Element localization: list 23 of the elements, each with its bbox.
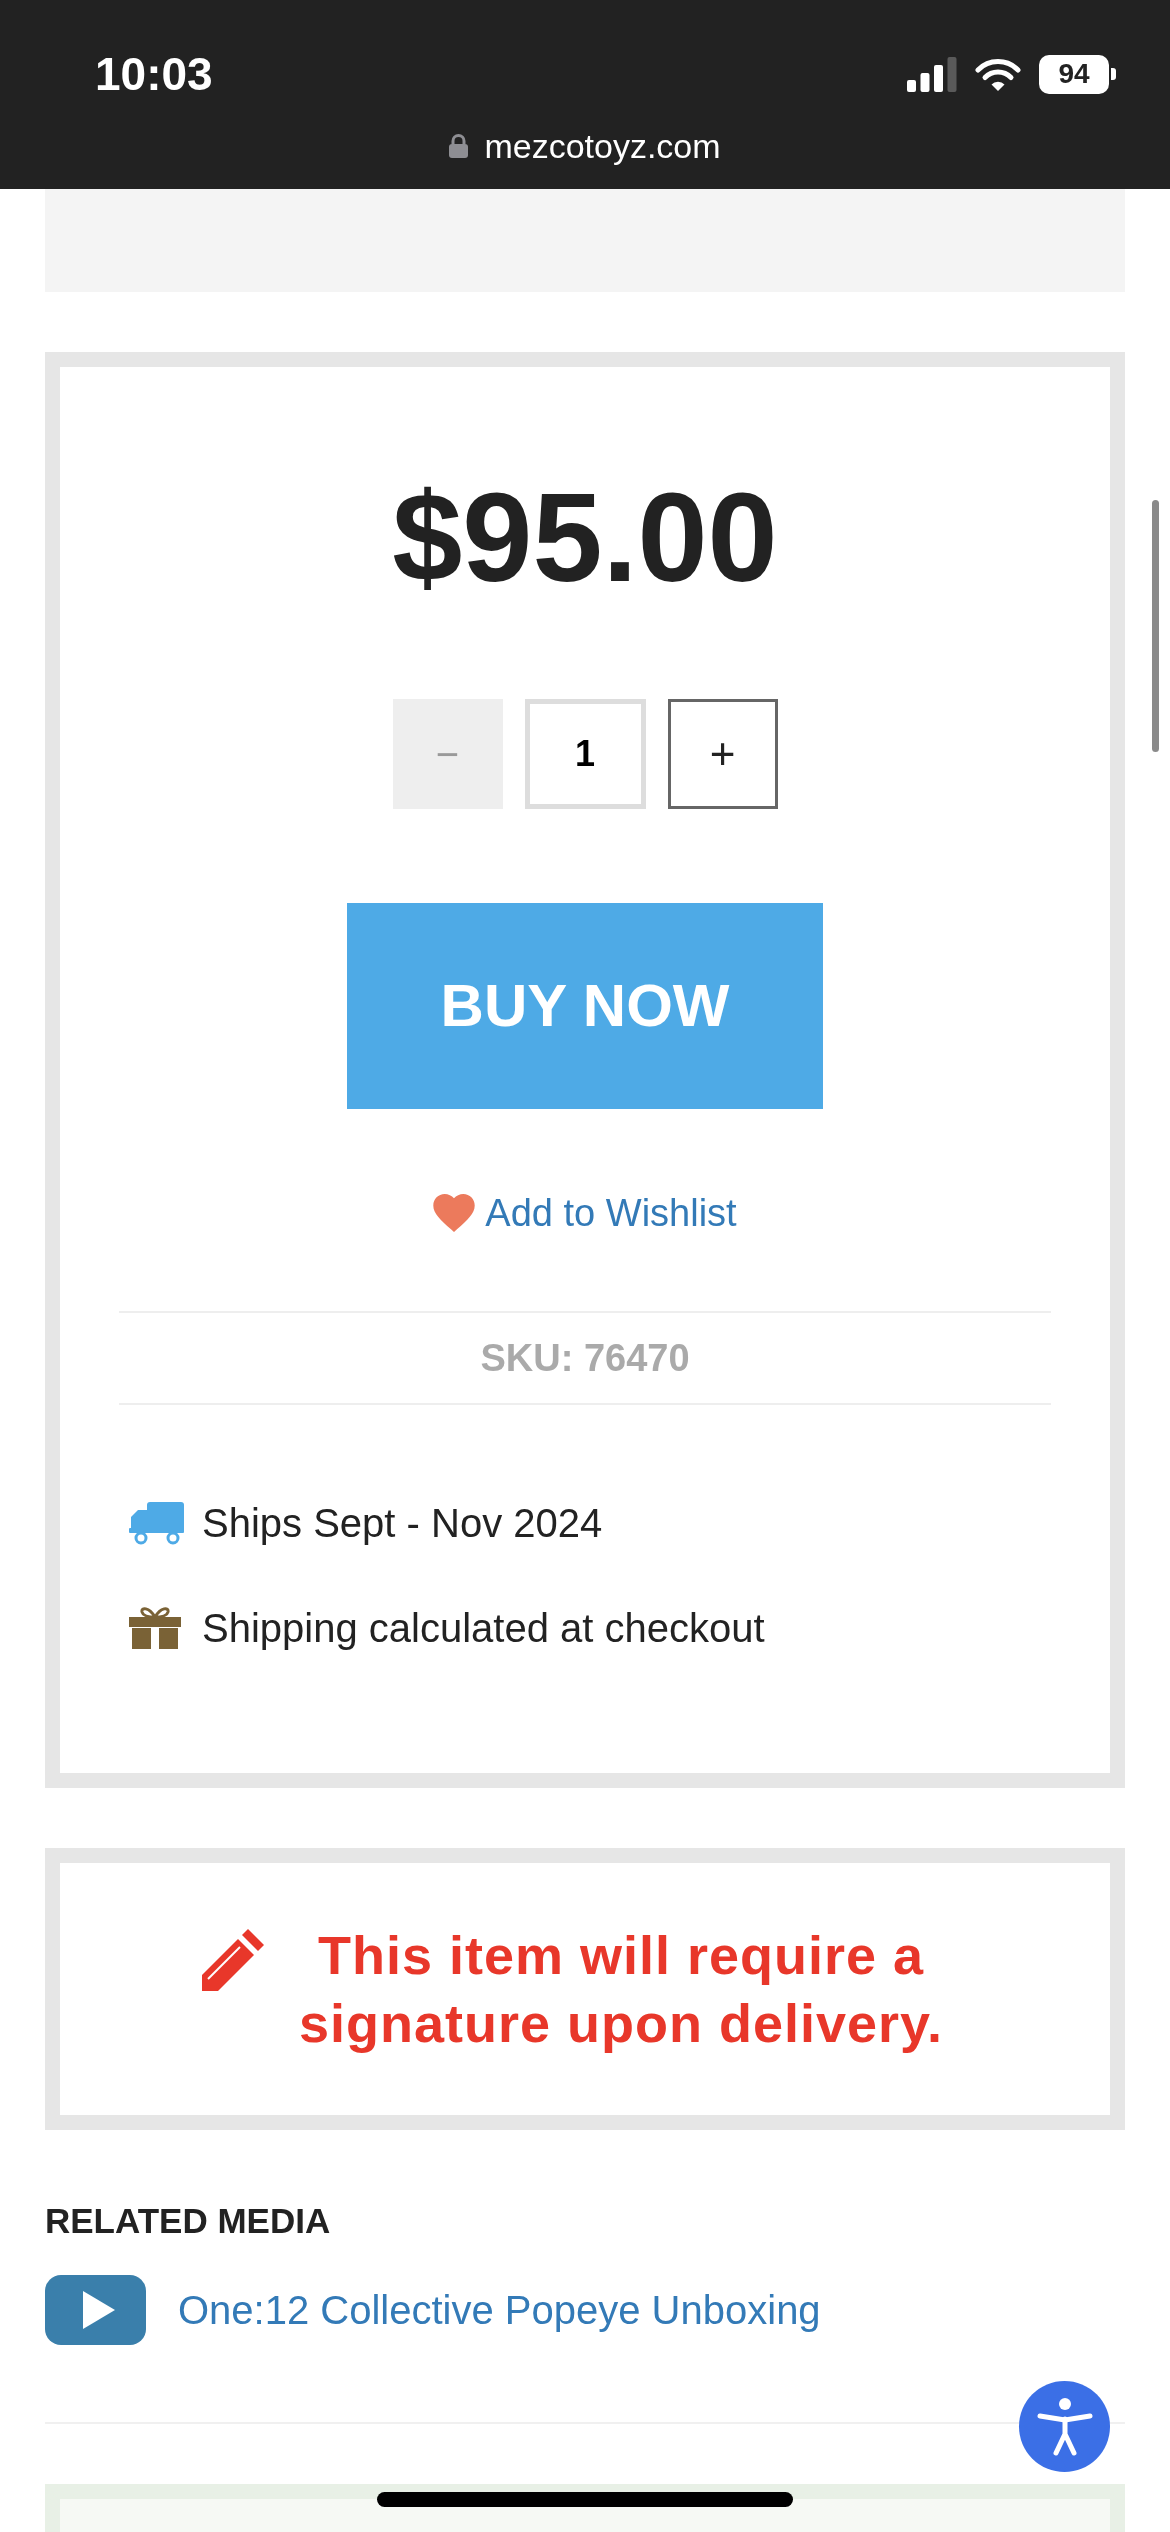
buy-now-button[interactable]: BUY NOW [347,903,823,1109]
quantity-field[interactable]: 1 [524,699,646,809]
pencil-icon [201,1929,264,1991]
url-text[interactable]: mezcotoyz.com [484,129,721,163]
increase-button[interactable]: + [667,699,778,809]
video-play-icon[interactable] [45,2275,146,2345]
notice-text: This item will require a signature upon delivery. [297,1924,945,2055]
signal-icon [907,56,957,92]
shipping-text: Shipping calculated at checkout [202,1608,765,1648]
heart-icon[interactable] [433,1194,476,1232]
battery-indicator: 94 [1039,54,1116,94]
media-link[interactable]: One:12 Collective Popeye Unboxing [178,2290,821,2330]
status-time: 10:03 [95,51,213,97]
price: $95.00 [392,475,778,601]
wifi-icon [974,56,1022,92]
shipping-text: Ships Sept - Nov 2024 [202,1503,603,1543]
truck-icon [129,1501,184,1545]
gift-icon [129,1607,181,1649]
lock-icon [449,134,469,158]
section-heading: RELATED MEDIA [45,2203,331,2238]
wishlist-link[interactable]: Add to Wishlist [485,1194,737,1232]
sku-text: SKU: 76470 [480,1339,690,1377]
accessibility-icon [1036,2397,1093,2456]
